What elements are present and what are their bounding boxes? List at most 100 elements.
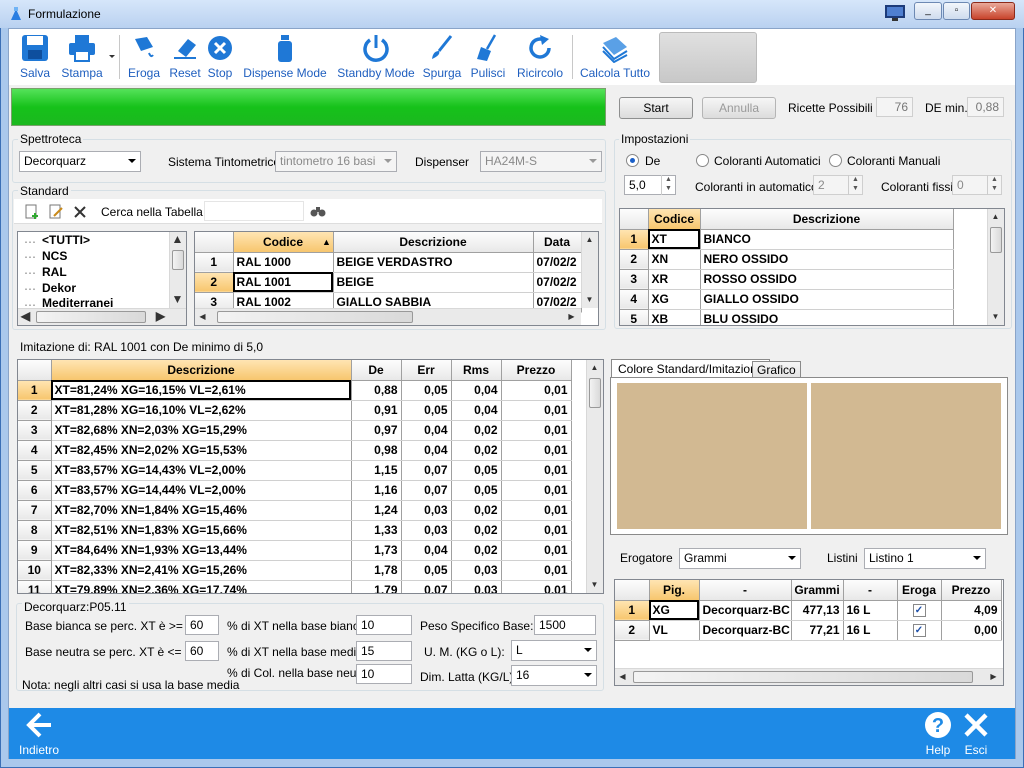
cell-prezzo[interactable]: 4,09 [941,600,1002,621]
cell-descrizione[interactable]: ROSSO OSSIDO [700,269,954,290]
scroll-right-icon[interactable]: ▶ [564,309,579,324]
cell-rms[interactable]: 0,02 [451,500,502,521]
table-row[interactable]: 4 XG GIALLO OSSIDO [620,289,954,310]
tree-item[interactable]: <TUTTI> [42,233,90,247]
scroll-right-icon[interactable]: ▶ [153,309,168,324]
cell-grammi[interactable]: 477,13 [791,600,844,621]
cell-de[interactable]: 1,79 [351,580,402,593]
column-header-grammi[interactable]: Grammi [791,580,844,601]
cell-prezzo[interactable]: 0,01 [501,540,572,561]
cell-codice[interactable]: XR [648,269,701,290]
eroga-checkbox[interactable]: ✓ [912,603,926,617]
save-button[interactable]: Salva [13,29,57,85]
table-search-input[interactable] [204,201,304,221]
column-header-descrizione[interactable]: Descrizione [700,209,954,230]
cell-prezzo[interactable]: 0,01 [501,580,572,593]
scroll-down-icon[interactable]: ▼ [988,309,1003,324]
table-row[interactable]: 3 XT=82,68% XN=2,03% XG=15,29% 0,97 0,04 0,0… [18,420,572,441]
recirculate-button[interactable]: Ricircolo [513,29,567,85]
tree-item[interactable]: Mediterranei [42,296,113,308]
table-row[interactable]: 9 XT=84,64% XN=1,93% XG=13,44% 1,73 0,04 0,0… [18,540,572,561]
table-row[interactable]: 1 XT BIANCO [620,229,954,250]
scroll-left-icon[interactable]: ◀ [615,669,630,684]
cell-codice[interactable]: XT [648,229,701,250]
scroll-up-icon[interactable]: ▲ [582,232,597,247]
cell-de[interactable]: 0,97 [351,420,402,441]
cell-rms[interactable]: 0,03 [451,560,502,581]
table-row[interactable]: 3 XR ROSSO OSSIDO [620,269,954,290]
cell-prezzo[interactable]: 0,01 [501,500,572,521]
table-row[interactable]: 1 XG Decorquarz-BC 477,13 16 L ✓ 4,09 [615,600,1002,621]
cell-err[interactable]: 0,07 [401,480,452,501]
cell-prezzo[interactable]: 0,00 [941,620,1002,641]
sistema-combo[interactable]: tintometro 16 basi [275,151,397,172]
erogatore-hscroll[interactable]: ◀ ▶ [615,668,1003,685]
cell-descrizione[interactable]: XT=84,64% XN=1,93% XG=13,44% [51,540,352,561]
scroll-thumb[interactable] [990,227,1002,253]
table-row[interactable]: 2 RAL 1001 BEIGE 07/02/2 [195,272,582,293]
scroll-left-icon[interactable]: ◀ [195,309,210,324]
calculate-all-button[interactable]: Calcola Tutto [577,29,653,85]
scroll-thumb[interactable] [172,250,184,270]
cell-err[interactable]: 0,03 [401,500,452,521]
cell-data[interactable]: 07/02/2 [533,252,582,273]
cell-de[interactable]: 1,33 [351,520,402,541]
cell-descrizione[interactable]: XT=82,70% XN=1,84% XG=15,46% [51,500,352,521]
neutra-input[interactable]: 60 [185,641,219,661]
column-header-rms[interactable]: Rms [451,360,502,381]
cell-codice[interactable]: XN [648,249,701,270]
table-row[interactable]: 2 VL Decorquarz-BC 77,21 16 L ✓ 0,00 [615,620,1002,641]
cell-descrizione[interactable]: XT=82,51% XN=1,83% XG=15,66% [51,520,352,541]
scroll-up-icon[interactable]: ▲ [988,209,1003,224]
table-row[interactable]: 1 RAL 1000 BEIGE VERDASTRO 07/02/2 [195,252,582,273]
scroll-down-icon[interactable]: ▼ [587,577,602,592]
table-row[interactable]: 6 XT=83,57% XG=14,44% VL=2,00% 1,16 0,07 0,0… [18,480,572,501]
table-row[interactable]: 2 XN NERO OSSIDO [620,249,954,270]
cell-eroga[interactable]: ✓ [897,620,942,641]
tree-item[interactable]: NCS [42,249,67,263]
monitor-icon[interactable] [884,4,906,22]
delete-icon[interactable] [72,204,88,220]
cell-err[interactable]: 0,03 [401,520,452,541]
xt-bianca-input[interactable]: 10 [356,615,412,635]
cell-de[interactable]: 1,24 [351,500,402,521]
cell-codice[interactable]: XG [648,289,701,310]
radio-coloranti-manuali[interactable] [829,154,842,167]
cell-rms[interactable]: 0,05 [451,460,502,481]
binoculars-icon[interactable] [310,204,326,218]
cell-descrizione[interactable]: BIANCO [700,229,954,250]
cell-descrizione[interactable]: XT=79,89% XN=2,36% XG=17,74% [51,580,352,593]
column-header-descrizione[interactable]: Descrizione [333,232,534,253]
xt-media-input[interactable]: 15 [356,641,412,661]
cell-prezzo[interactable]: 0,01 [501,400,572,421]
auto-spin[interactable]: ▲ ▼ [848,175,862,195]
dispense-mode-button[interactable]: Dispense Mode [243,29,327,85]
scroll-up-icon[interactable]: ▲ [170,232,185,247]
cell-eroga[interactable]: ✓ [897,600,942,621]
cell-base[interactable]: Decorquarz-BC [699,620,792,641]
column-header-codice[interactable]: Codice [648,209,701,230]
tree-item[interactable]: RAL [42,265,67,279]
reset-button[interactable]: Reset [167,29,203,85]
cell-codice[interactable]: XB [648,309,701,325]
dispense-button[interactable]: Eroga [125,29,163,85]
column-header-pig[interactable]: Pig. [649,580,700,601]
cancel-button[interactable]: Annulla [702,97,776,119]
cell-rms[interactable]: 0,03 [451,580,502,593]
cell-descrizione[interactable]: XT=82,45% XN=2,02% XG=15,53% [51,440,352,461]
cell-de[interactable]: 1,16 [351,480,402,501]
tab-grafico[interactable]: Grafico [752,361,801,378]
column-header-unit[interactable]: - [843,580,898,601]
column-header-err[interactable]: Err [401,360,452,381]
column-header-codice[interactable]: Codice [233,232,334,253]
cell-err[interactable]: 0,04 [401,440,452,461]
dispenser-combo[interactable]: HA24M-S [480,151,602,172]
cell-rms[interactable]: 0,02 [451,440,502,461]
cell-descrizione[interactable]: XT=82,68% XN=2,03% XG=15,29% [51,420,352,441]
spettroteca-combo[interactable]: Decorquarz [19,151,141,172]
cell-descrizione[interactable]: GIALLO OSSIDO [700,289,954,310]
cell-de[interactable]: 1,15 [351,460,402,481]
cell-err[interactable]: 0,07 [401,460,452,481]
start-button[interactable]: Start [619,97,693,119]
scroll-left-icon[interactable]: ◀ [18,309,33,324]
